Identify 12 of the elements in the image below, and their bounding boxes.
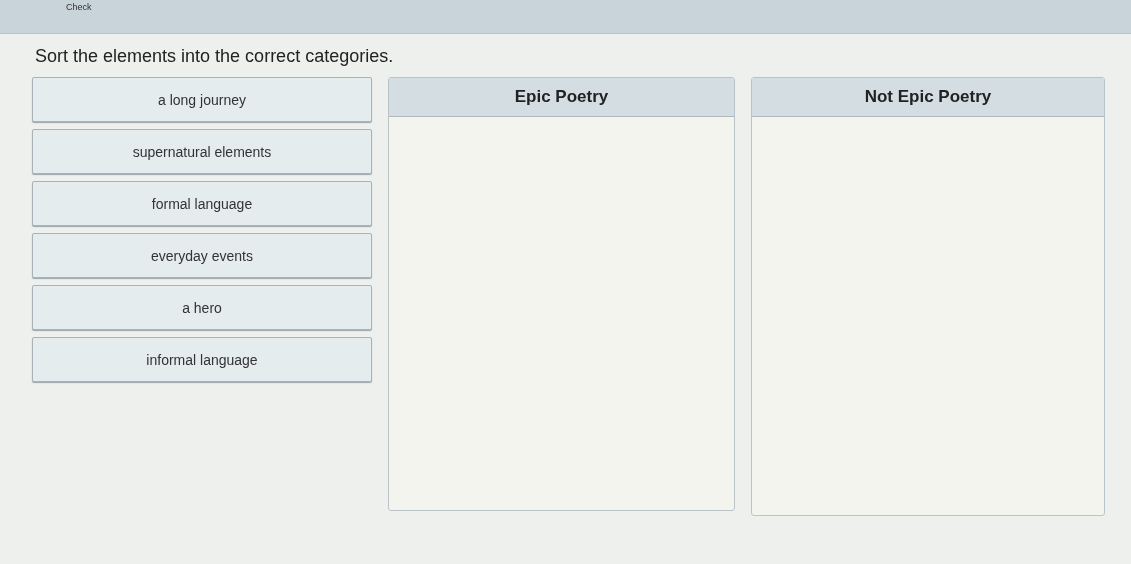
draggable-item[interactable]: a long journey bbox=[32, 77, 372, 122]
check-button[interactable]: Check bbox=[62, 0, 96, 14]
draggable-item[interactable]: supernatural elements bbox=[32, 129, 372, 174]
draggable-item[interactable]: everyday events bbox=[32, 233, 372, 278]
draggable-item[interactable]: formal language bbox=[32, 181, 372, 226]
instruction-text: Sort the elements into the correct categories. bbox=[35, 46, 395, 67]
category-panel[interactable]: Not Epic Poetry bbox=[751, 77, 1105, 516]
category-header: Not Epic Poetry bbox=[752, 78, 1104, 117]
category-panel[interactable]: Epic Poetry bbox=[388, 77, 735, 511]
draggable-item[interactable]: informal language bbox=[32, 337, 372, 382]
draggable-item[interactable]: a hero bbox=[32, 285, 372, 330]
category-header: Epic Poetry bbox=[389, 78, 734, 117]
